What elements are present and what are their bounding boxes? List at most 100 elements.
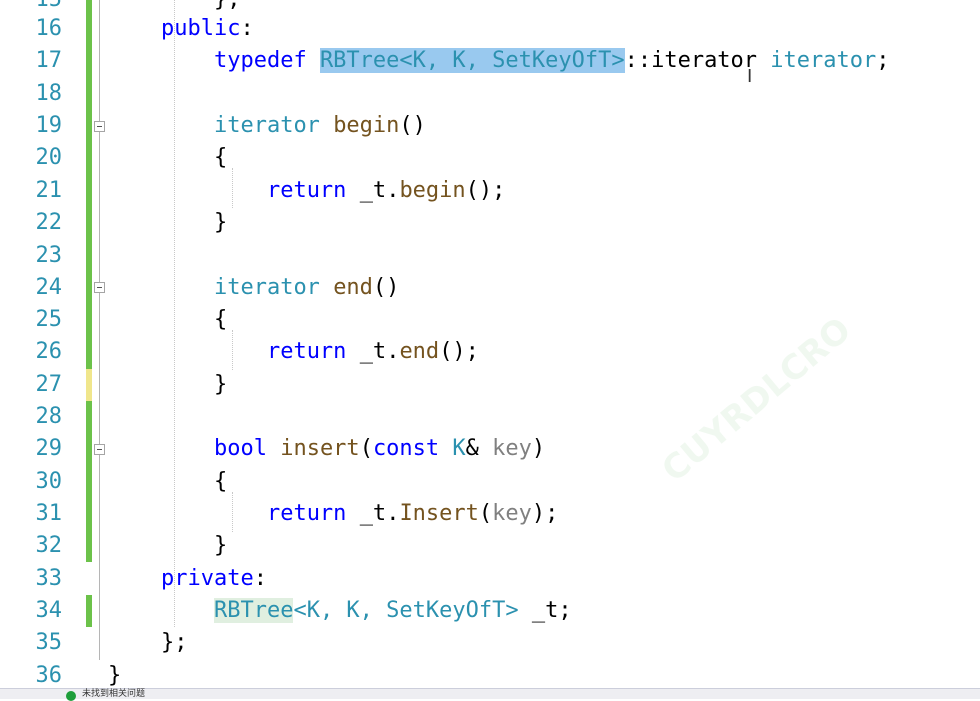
outline-line [99,0,100,660]
code-line[interactable]: private: [108,563,267,595]
line-number: 28 [35,404,63,429]
function-token: begin [399,178,466,203]
line-number: 32 [35,533,63,558]
collapse-icon[interactable] [94,444,105,455]
code-line[interactable]: { [108,142,227,174]
type-token: RBTree [319,48,400,73]
code-line[interactable]: return _t.begin(); [108,175,505,207]
line-number: 19 [35,113,63,138]
code-editor[interactable]: 15 16 17 18 19 20 21 22 23 24 25 26 27 2… [0,0,980,688]
line-number: 35 [35,630,63,655]
line-number: 23 [35,243,63,268]
keyword-token: const [372,436,440,461]
punct-token: () [372,275,400,300]
change-indicator-unsaved [86,369,92,401]
keyword-token: private [160,566,254,591]
line-number: 17 [35,48,63,73]
type-token: K [452,436,466,461]
code-line[interactable]: }; [108,627,188,659]
punct-token: : [253,566,267,591]
text-cursor-icon: Ι [747,66,753,87]
code-line[interactable]: RBTree<K, K, SetKeyOfT> _t; [108,595,572,627]
function-token: end [399,339,440,364]
collapse-icon[interactable] [94,282,105,293]
line-number: 29 [35,436,63,461]
line-number: 27 [35,372,63,397]
code-token: }; [214,0,241,12]
line-number: 24 [35,275,63,300]
line-number: 25 [35,307,63,332]
change-indicator-saved [86,0,92,369]
keyword-token: return [266,501,347,526]
punct-token: () [399,113,426,138]
punct-token: . [386,178,400,203]
collapse-icon[interactable] [94,121,105,132]
punct-token: { [213,307,228,332]
code-token: _t [359,501,387,526]
punct-token: { [213,145,228,170]
function-token: begin [333,113,400,138]
keyword-token: typedef [213,48,307,73]
punct-token: } [213,533,228,558]
code-token: _t [359,178,387,203]
line-number: 22 [35,210,63,235]
code-token: _t [359,339,387,364]
punct-token: . [386,501,400,526]
punct-token: ); [531,501,559,526]
line-number: 20 [35,145,63,170]
keyword-token: return [266,178,347,203]
code-line[interactable]: { [108,466,227,498]
code-line[interactable]: } [108,207,227,239]
punct-token: { [213,469,228,494]
punct-token: } [108,663,122,688]
type-token: <K, K, SetKeyOfT> [399,48,625,73]
keyword-token: return [266,339,347,364]
code-line[interactable]: } [108,369,227,401]
change-indicator-saved [86,401,92,562]
parameter-token: key [492,501,532,526]
code-token: ::iterator [624,48,758,73]
punct-token: ; [876,48,890,73]
function-token: end [333,275,373,300]
type-token: iterator [770,48,877,73]
code-line[interactable]: public: [108,13,254,45]
keyword-token: public [160,16,241,41]
code-line[interactable]: return _t.Insert(key); [108,498,558,530]
code-line[interactable]: { [108,304,227,336]
code-line[interactable]: iterator end() [108,272,399,304]
line-number: 21 [35,178,63,203]
text-selection[interactable]: RBTree<K, K, SetKeyOfT> [319,48,625,73]
line-number: 26 [35,339,63,364]
change-indicator-saved [86,595,92,627]
parameter-token: key [492,436,532,461]
punct-token: (); [439,339,479,364]
function-token: insert [280,436,360,461]
line-number: 30 [35,469,63,494]
code-line[interactable]: typedef RBTree<K, K, SetKeyOfT>::iterato… [108,45,890,77]
line-number: 33 [35,566,63,591]
type-token: RBTree [213,598,294,623]
status-bar: 未找到相关问题 [0,688,980,701]
code-line[interactable]: return _t.end(); [108,336,479,368]
punct-token: }; [160,630,188,655]
type-token: iterator [213,275,320,300]
line-number: 34 [35,598,63,623]
line-number: 16 [35,16,63,41]
punct-token: ( [478,501,493,526]
punct-token: } [213,372,228,397]
line-number: 31 [35,501,63,526]
punct-token: ) [531,436,546,461]
check-icon [66,691,76,701]
function-token: Insert [399,501,479,526]
punct-token: & [465,436,479,461]
type-token: <K, K, SetKeyOfT> [293,598,519,623]
code-line[interactable]: } [108,530,227,562]
type-token: iterator [213,113,320,138]
keyword-token: bool [213,436,267,461]
punct-token: . [386,339,400,364]
code-line[interactable]: bool insert(const K& key) [108,433,545,465]
code-line[interactable]: iterator begin() [108,110,426,142]
code-token: _t; [518,598,572,623]
watermark: CUYRDLCRO [654,309,859,491]
punct-token: } [213,210,228,235]
